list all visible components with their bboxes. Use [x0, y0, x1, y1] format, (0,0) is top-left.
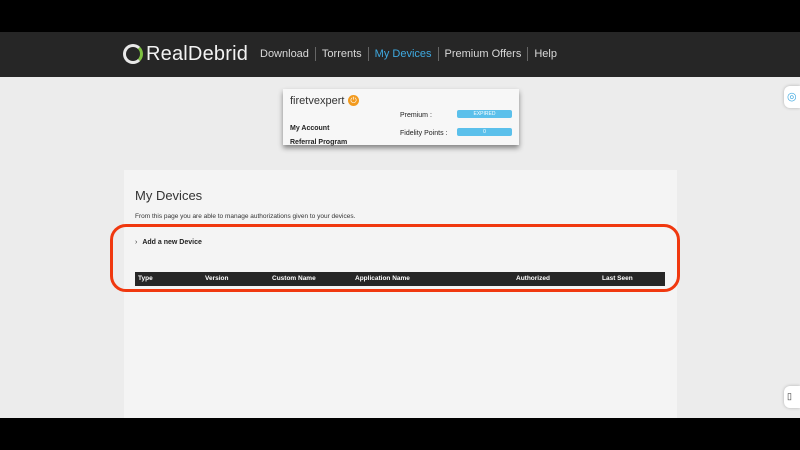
my-account-link[interactable]: My Account — [290, 125, 329, 132]
referral-program-link[interactable]: Referral Program — [290, 139, 347, 146]
fidelity-points-badge: 0 — [457, 128, 512, 136]
nav-premium-offers[interactable]: Premium Offers — [439, 47, 528, 61]
fidelity-points-label: Fidelity Points : — [400, 130, 448, 137]
brand-logo[interactable]: RealDebrid — [123, 42, 248, 66]
account-card: firetvexpert ⏻ My Account Referral Progr… — [283, 89, 519, 146]
annotation-highlight — [110, 224, 680, 292]
power-icon: ⏻ — [348, 95, 359, 106]
premium-status-badge: EXPIRED — [457, 110, 512, 118]
nav-help[interactable]: Help — [528, 47, 563, 61]
brand-name: RealDebrid — [146, 42, 249, 65]
top-navbar: RealDebrid Download Torrents My Devices … — [0, 32, 800, 77]
letterbox-bottom — [0, 418, 800, 450]
devices-panel: My Devices From this page you are able t… — [124, 170, 677, 418]
page-title: My Devices — [135, 188, 203, 203]
nav-my-devices[interactable]: My Devices — [369, 47, 438, 61]
nav-torrents[interactable]: Torrents — [316, 47, 368, 61]
account-username[interactable]: firetvexpert — [290, 95, 344, 107]
page-description: From this page you are able to manage au… — [135, 213, 356, 220]
logo-ring-icon — [123, 44, 143, 64]
nav-download[interactable]: Download — [254, 47, 315, 61]
main-nav: Download Torrents My Devices Premium Off… — [254, 47, 563, 61]
side-book-button[interactable]: ▯ — [784, 386, 800, 408]
side-assistant-button[interactable]: ◎ — [784, 86, 800, 108]
assistant-icon: ◎ — [787, 91, 797, 103]
premium-label: Premium : — [400, 112, 432, 119]
letterbox-top — [0, 0, 800, 32]
book-icon: ▯ — [787, 391, 792, 401]
